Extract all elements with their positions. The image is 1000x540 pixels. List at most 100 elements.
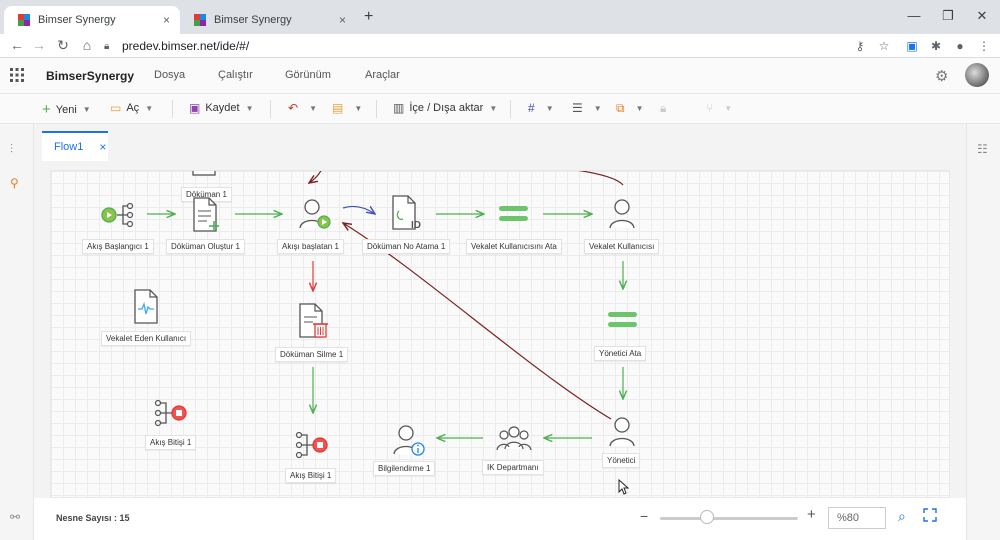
menu-gorunum[interactable]: Görünüm [285, 69, 331, 81]
new-button[interactable]: + Yeni ▼ [42, 101, 91, 118]
profile-icon[interactable]: ● [952, 39, 968, 53]
connector-top-right [578, 171, 624, 186]
browser-tab-inactive[interactable]: Bimser Synergy × [180, 6, 356, 34]
document-add-icon[interactable] [192, 197, 222, 238]
sliders-icon[interactable]: ⫶ [10, 142, 13, 157]
chevron-down-icon: ▼ [593, 103, 602, 113]
layers-icon: ⧉ [616, 101, 625, 115]
properties-list-icon[interactable]: ☷ [977, 142, 988, 156]
group-icon[interactable] [496, 423, 532, 458]
restore-window-button[interactable]: ❐ [938, 8, 958, 24]
undo-icon: ↶ [288, 101, 299, 115]
user-icon[interactable] [608, 197, 638, 236]
tab-flow1-label: Flow1 [54, 141, 84, 153]
close-tab-icon[interactable]: × [99, 140, 106, 154]
node-label-proxy-user: Vekalet Kullanıcısı [584, 239, 660, 254]
settings-gear-icon[interactable]: ⚙ [935, 67, 948, 85]
lock-icon: 🔒︎ [104, 41, 110, 52]
document-id-icon[interactable]: ID [391, 195, 425, 238]
flow-end-icon[interactable] [154, 397, 190, 434]
connector-button[interactable]: ⑂ ▼ [706, 101, 732, 115]
home-icon[interactable]: ⌂ [78, 37, 96, 53]
chevron-down-icon: ▼ [635, 104, 644, 113]
key-icon[interactable]: ⚷ [852, 39, 868, 53]
minimize-window-button[interactable]: — [904, 8, 924, 23]
mouse-cursor-icon [618, 478, 630, 497]
lightbulb-icon[interactable]: ⚲ [10, 176, 19, 190]
clipboard-button[interactable]: ▤ ▼ [332, 101, 362, 115]
user-icon[interactable] [608, 415, 638, 454]
close-tab-icon[interactable]: × [339, 13, 346, 27]
zoom-slider[interactable] [660, 517, 798, 520]
chevron-down-icon: ▼ [145, 103, 154, 113]
right-sidebar: ☷ [966, 124, 1000, 540]
reload-icon[interactable]: ↻ [54, 37, 72, 54]
node-label-info: Bilgilendirme 1 [373, 461, 436, 476]
toolbar-divider [172, 100, 173, 118]
forward-icon[interactable]: → [30, 37, 48, 53]
url-field[interactable]: 🔒︎ predev.bimser.net/ide/#/ [104, 35, 848, 57]
open-button[interactable]: ▭ Aç ▼ [110, 101, 153, 115]
node-label-proxy-giver: Vekalet Eden Kullanıcı [101, 331, 192, 346]
zoom-in-button[interactable]: + [807, 506, 816, 523]
node-label-assign-proxy: Vekalet Kullanıcısını Ata [466, 239, 562, 254]
tab-flow1[interactable]: Flow1 × [42, 131, 108, 161]
node-label-doc-number: Döküman No Atama 1 [362, 239, 451, 254]
document-icon[interactable] [192, 171, 218, 184]
flow-end-icon[interactable] [295, 429, 331, 466]
node-label-hr: IK Departmanı [482, 460, 544, 475]
close-window-button[interactable]: ✕ [972, 8, 992, 24]
translate-icon[interactable]: ▣ [904, 39, 920, 53]
arrange-button[interactable]: ⧉ ▼ [616, 101, 644, 116]
app-launcher-icon[interactable] [10, 68, 24, 87]
browser-tab-active[interactable]: Bimser Synergy × [4, 6, 180, 34]
back-icon[interactable]: ← [8, 37, 26, 53]
node-label-end-center: Akış Bitişi 1 [285, 468, 337, 483]
chevron-down-icon: ▼ [309, 103, 317, 113]
node-label-flow-start-user: Akışı başlatan 1 [277, 239, 344, 254]
toolbar-divider [270, 100, 271, 118]
grid-button[interactable]: # ▼ [528, 101, 554, 115]
assign-icon[interactable] [498, 203, 530, 230]
star-icon[interactable]: ☆ [876, 39, 892, 53]
flow-settings-icon[interactable]: ⚯ [10, 510, 20, 524]
lock-button[interactable]: 🔒︎ [660, 101, 671, 116]
node-label-manager: Yönetici [602, 453, 641, 468]
align-button[interactable]: ☰ ▼ [572, 101, 602, 115]
chevron-down-icon: ▼ [354, 103, 363, 113]
zoom-input[interactable]: %80 [828, 507, 886, 529]
chevron-down-icon: ▼ [82, 105, 91, 114]
extensions-icon[interactable]: ✱ [928, 39, 944, 53]
connector-icon: ⑂ [706, 101, 714, 115]
zoom-out-button[interactable]: − [640, 508, 648, 524]
chevron-down-icon: ▼ [489, 103, 498, 113]
user-info-icon[interactable] [393, 423, 427, 462]
flow-canvas[interactable]: Döküman 1 Akış Başlangıcı 1 Döküman Oluş… [50, 170, 950, 498]
browser-address-bar: ← → ↻ ⌂ 🔒︎ predev.bimser.net/ide/#/ ⚷ ☆ … [0, 34, 1000, 58]
more-icon[interactable]: ⋮ [976, 39, 992, 53]
close-tab-icon[interactable]: × [163, 13, 170, 27]
document-wave-icon[interactable] [133, 289, 163, 330]
node-label-assign-manager: Yönetici Ata [594, 346, 647, 361]
open-button-label: Aç [126, 102, 140, 114]
menu-dosya[interactable]: Dosya [154, 69, 185, 81]
import-export-label: İçe / Dışa aktar [409, 102, 484, 114]
save-button[interactable]: ▣ Kaydet ▼ [189, 101, 254, 115]
undo-button[interactable]: ↶ ▼ [288, 101, 317, 115]
menu-araclar[interactable]: Araçlar [365, 69, 400, 81]
import-export-button[interactable]: ▥ İçe / Dışa aktar ▼ [393, 101, 497, 115]
fit-screen-icon[interactable] [923, 508, 937, 527]
node-label-doc-delete: Döküman Silme 1 [275, 347, 349, 362]
menu-calistir[interactable]: Çalıştır [218, 69, 253, 81]
assign-icon[interactable] [607, 309, 639, 336]
bimser-favicon-icon [194, 14, 206, 26]
url-text: predev.bimser.net/ide/#/ [122, 39, 250, 53]
zoom-search-icon[interactable]: ⌕ [898, 508, 906, 525]
new-tab-button[interactable]: + [364, 8, 373, 26]
browser-tab-bar: Bimser Synergy × Bimser Synergy × + — ❐ … [0, 0, 1000, 34]
avatar[interactable] [965, 63, 989, 87]
flow-start-icon[interactable] [100, 199, 136, 236]
zoom-slider-handle[interactable] [699, 510, 714, 524]
document-delete-icon[interactable] [298, 303, 330, 344]
user-start-icon[interactable] [299, 197, 333, 236]
